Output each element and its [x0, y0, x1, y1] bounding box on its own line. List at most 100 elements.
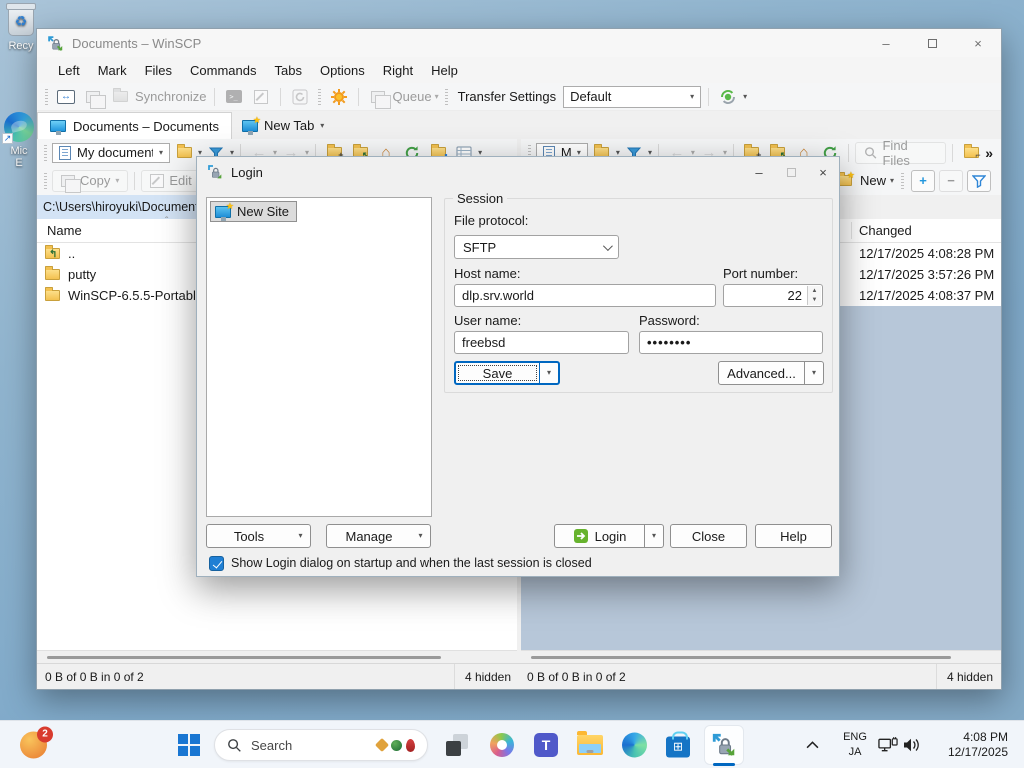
advanced-dropdown-button[interactable]: ▾: [804, 362, 823, 384]
menu-mark[interactable]: Mark: [89, 60, 136, 81]
search-box[interactable]: Search: [214, 729, 428, 761]
synchronization-options-button[interactable]: [716, 86, 740, 108]
local-drive-combo[interactable]: My documents ▾: [52, 143, 170, 163]
clock-date: 12/17/2025: [928, 745, 1008, 760]
language-line2: JA: [840, 745, 870, 760]
preferences-button[interactable]: [327, 86, 351, 108]
network-button[interactable]: [878, 736, 898, 754]
toolbar-grip[interactable]: [45, 89, 48, 105]
sync-folders-button[interactable]: [108, 86, 132, 108]
menu-help[interactable]: Help: [422, 60, 467, 81]
menu-left[interactable]: Left: [49, 60, 89, 81]
new-tab-caret[interactable]: ▾: [320, 122, 324, 130]
tools-dropdown-button[interactable]: ▾: [291, 525, 310, 547]
compare-directories-button[interactable]: ⌐: [959, 142, 983, 164]
desktop-icon-recycle-bin[interactable]: ♻ Recy: [2, 6, 40, 52]
local-path: C:\Users\hiroyuki\Documents: [43, 200, 205, 214]
queue-button[interactable]: Queue: [393, 89, 432, 104]
port-spinner[interactable]: ▲▼: [807, 286, 821, 305]
menu-right[interactable]: Right: [374, 60, 422, 81]
site-list-item-new-site[interactable]: ★ New Site: [210, 201, 297, 222]
language-indicator[interactable]: ENG JA: [840, 730, 870, 760]
window-maximize-button[interactable]: [909, 29, 955, 57]
clock[interactable]: 4:08 PM 12/17/2025: [928, 730, 1008, 760]
store-button[interactable]: ⊞: [666, 732, 690, 757]
dialog-close-button[interactable]: ×: [807, 157, 839, 187]
caret-down-icon: ▾: [547, 369, 551, 377]
window-close-button[interactable]: ×: [955, 29, 1001, 57]
sync-browsing-button[interactable]: [81, 86, 105, 108]
file-protocol-select[interactable]: SFTP: [454, 235, 619, 259]
start-button[interactable]: [178, 734, 200, 756]
tab-documents[interactable]: Documents – Documents: [37, 112, 232, 139]
queue-icon-button[interactable]: [366, 86, 390, 108]
sync-dropdown-caret[interactable]: ▾: [743, 93, 747, 101]
user-name-field[interactable]: freebsd: [454, 331, 629, 354]
window-minimize-button[interactable]: –: [863, 29, 909, 57]
menu-commands[interactable]: Commands: [181, 60, 265, 81]
local-horizontal-scrollbar[interactable]: [37, 650, 517, 663]
widgets-button[interactable]: 2: [20, 731, 47, 758]
spin-up-icon[interactable]: ▲: [808, 286, 821, 296]
user-name-value: freebsd: [462, 335, 505, 350]
task-view-button[interactable]: [446, 734, 468, 756]
show-login-checkbox[interactable]: [209, 556, 224, 571]
open-new-window-button[interactable]: [249, 86, 273, 108]
remote-horizontal-scrollbar[interactable]: [521, 650, 1001, 663]
new-button[interactable]: New: [860, 173, 886, 188]
new-site-label: New Site: [237, 204, 289, 219]
save-dropdown-button[interactable]: ▾: [539, 363, 558, 383]
advanced-button[interactable]: Advanced...: [719, 362, 804, 384]
scrollbar-thumb[interactable]: [531, 656, 951, 659]
new-tab-button[interactable]: ★ New Tab ▾: [232, 112, 334, 139]
column-name[interactable]: Name: [47, 223, 82, 238]
port-number-field[interactable]: 22 ▲▼: [723, 284, 823, 307]
find-files-button[interactable]: Find Files: [855, 142, 946, 164]
host-name-field[interactable]: dlp.srv.world: [454, 284, 716, 307]
menu-files[interactable]: Files: [136, 60, 181, 81]
site-list[interactable]: ★ New Site: [206, 197, 432, 517]
refresh-remote-button[interactable]: [288, 86, 312, 108]
desktop-icon-edge[interactable]: ↗ Mic E: [1, 112, 37, 169]
menu-tabs[interactable]: Tabs: [266, 60, 311, 81]
menu-options[interactable]: Options: [311, 60, 374, 81]
remove-button[interactable]: −: [939, 170, 963, 192]
clock-time: 4:08 PM: [928, 730, 1008, 745]
toolbar-overflow-chevron[interactable]: »: [985, 145, 993, 161]
filter-panel-button[interactable]: [967, 170, 991, 192]
column-changed[interactable]: Changed: [859, 223, 912, 238]
remote-status-hidden[interactable]: 4 hidden: [936, 664, 993, 689]
column-divider[interactable]: [851, 222, 852, 239]
manage-dropdown-button[interactable]: ▾: [411, 525, 430, 547]
synchronize-button[interactable]: Synchronize: [135, 89, 207, 104]
password-field[interactable]: ••••••••: [639, 331, 823, 354]
toolbar-grip[interactable]: [318, 89, 321, 105]
volume-button[interactable]: [903, 737, 921, 752]
winscp-taskbar-button[interactable]: [704, 725, 744, 765]
tools-button[interactable]: Tools: [207, 525, 291, 547]
scrollbar-thumb[interactable]: [47, 656, 441, 659]
file-explorer-button[interactable]: [577, 735, 603, 755]
toggle-panels-button[interactable]: ↔: [54, 86, 78, 108]
add-button[interactable]: +: [911, 170, 935, 192]
open-directory-button[interactable]: [172, 142, 196, 164]
dialog-minimize-button[interactable]: –: [743, 157, 775, 187]
transfer-settings-combo[interactable]: Default ▾: [563, 86, 701, 108]
taskbar-overflow-button[interactable]: [806, 740, 819, 749]
edge-button[interactable]: [622, 732, 647, 757]
save-button[interactable]: Save: [456, 363, 539, 383]
queue-dropdown-caret[interactable]: ▾: [435, 93, 439, 101]
copilot-button[interactable]: [490, 733, 514, 757]
close-button[interactable]: Close: [670, 524, 747, 548]
toolbar-grip[interactable]: [445, 89, 448, 105]
help-button[interactable]: Help: [755, 524, 832, 548]
teams-button[interactable]: T: [534, 733, 558, 757]
local-status-hidden[interactable]: 4 hidden: [454, 664, 511, 689]
dialog-maximize-button[interactable]: [775, 157, 807, 187]
login-dropdown-button[interactable]: ▾: [644, 525, 663, 547]
copy-button[interactable]: Copy ▾: [52, 170, 128, 192]
open-console-button[interactable]: >_: [222, 86, 246, 108]
spin-down-icon[interactable]: ▼: [808, 296, 821, 306]
login-button[interactable]: Login: [555, 525, 644, 547]
manage-button[interactable]: Manage: [327, 525, 411, 547]
